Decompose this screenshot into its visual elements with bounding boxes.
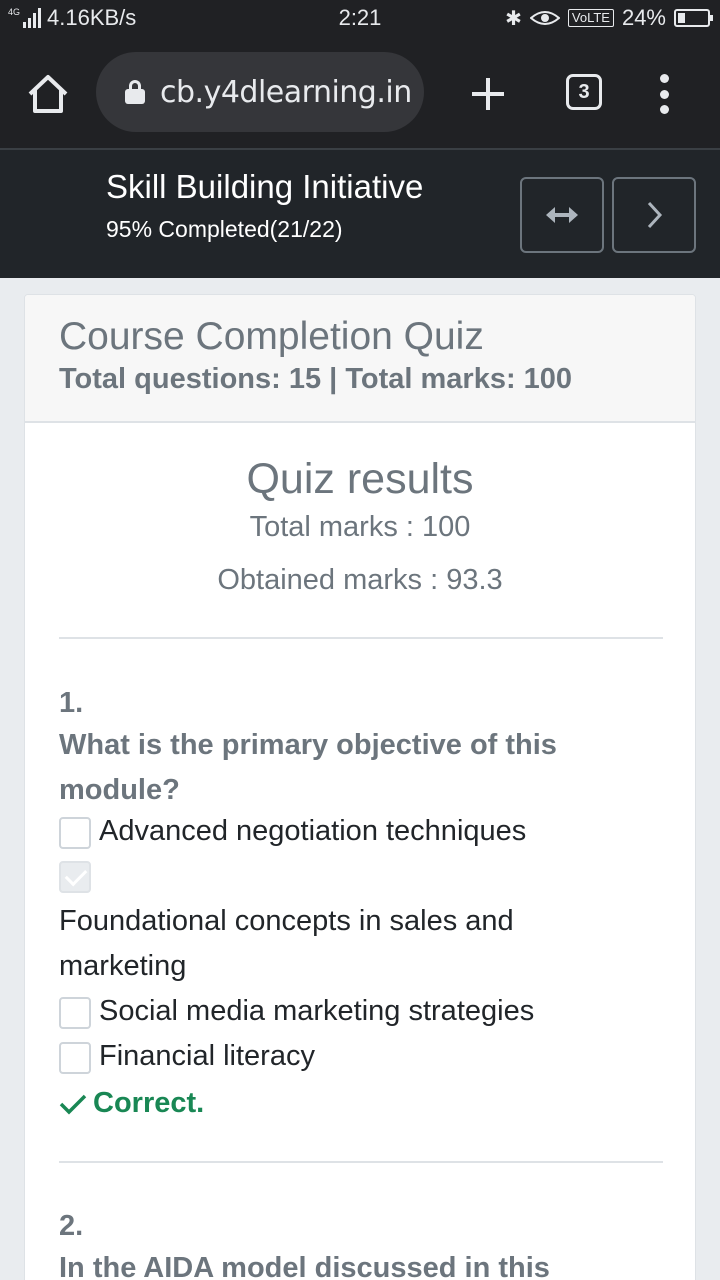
next-button[interactable] — [612, 177, 696, 253]
quiz-card-header: Course Completion Quiz Total questions: … — [25, 295, 695, 423]
lock-icon — [124, 80, 146, 104]
option-3[interactable]: Social media marketing strategies — [59, 995, 534, 1034]
status-bar: 4G 4.16KB/s 2:21 ✱ VoLTE 24% — [0, 0, 720, 36]
divider — [59, 637, 663, 639]
option-label: Financial literacy — [99, 1040, 315, 1072]
question-text: In the AIDA model discussed in this — [59, 1252, 550, 1280]
address-bar[interactable]: cb.y4dlearning.in — [96, 52, 424, 132]
bluetooth-icon: ✱ — [505, 7, 522, 30]
quiz-title: Course Completion Quiz — [59, 315, 484, 358]
volte-badge: VoLTE — [567, 9, 614, 27]
option-checkbox-checked[interactable] — [59, 861, 91, 893]
option-label: Advanced negotiation techniques — [99, 815, 527, 847]
option-1[interactable]: Advanced negotiation techniques — [59, 815, 526, 854]
question-number: 1. — [59, 687, 84, 719]
expand-button[interactable] — [520, 177, 604, 253]
result-feedback: Correct. — [59, 1087, 204, 1120]
course-header: Skill Building Initiative 95% Completed(… — [0, 148, 720, 278]
tab-switcher-button[interactable]: 3 — [566, 74, 602, 110]
chevron-right-icon — [647, 201, 663, 229]
battery-percent: 24% — [621, 5, 666, 30]
option-checkbox[interactable] — [59, 1042, 91, 1074]
option-4[interactable]: Financial literacy — [59, 1040, 315, 1079]
expand-arrows-icon — [546, 207, 578, 223]
result-text: Correct. — [93, 1087, 205, 1119]
option-checkbox[interactable] — [59, 817, 91, 849]
quiz-meta: Total questions: 15 | Total marks: 100 — [59, 363, 573, 395]
results-title: Quiz results — [246, 455, 474, 503]
option-label: Foundational concepts in sales and marke… — [59, 905, 514, 982]
option-2[interactable] — [59, 859, 91, 893]
eye-comfort-icon — [529, 11, 560, 25]
url-text: cb.y4dlearning.in — [160, 74, 412, 110]
home-icon[interactable] — [26, 72, 70, 116]
divider — [59, 1161, 663, 1163]
checkmark-icon — [59, 1094, 87, 1114]
course-progress: 95% Completed(21/22) — [106, 216, 343, 242]
browser-toolbar: cb.y4dlearning.in 3 — [0, 36, 720, 148]
option-checkbox[interactable] — [59, 997, 91, 1029]
total-marks: Total marks : 100 — [249, 511, 471, 543]
battery-icon — [674, 9, 713, 27]
course-title: Skill Building Initiative — [106, 168, 424, 205]
option-label: Social media marketing strategies — [99, 995, 535, 1027]
quiz-card: Course Completion Quiz Total questions: … — [24, 294, 696, 1280]
new-tab-icon[interactable] — [468, 74, 508, 114]
status-right: ✱ VoLTE 24% — [505, 5, 713, 31]
question-number: 2. — [59, 1210, 84, 1242]
question-text: What is the primary objective of this mo… — [59, 729, 557, 806]
obtained-marks: Obtained marks : 93.3 — [217, 564, 503, 596]
more-menu-icon[interactable] — [652, 74, 676, 114]
